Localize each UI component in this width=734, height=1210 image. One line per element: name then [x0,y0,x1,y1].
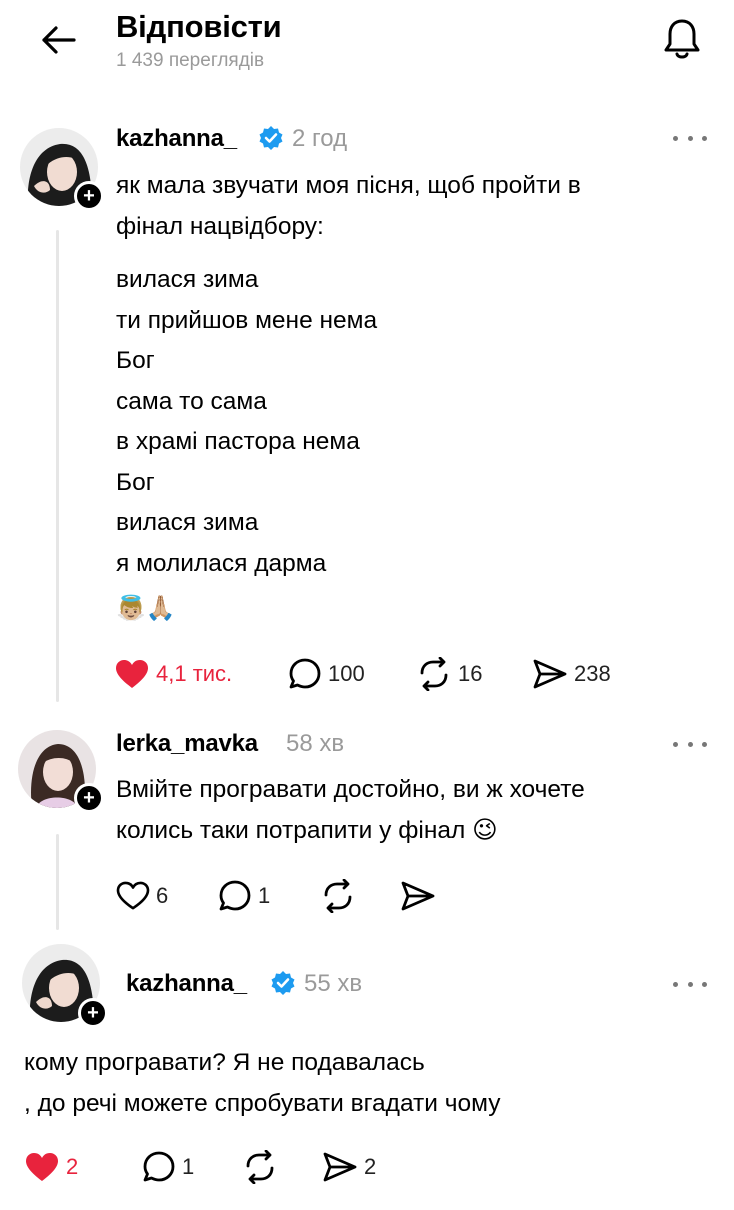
emoji-line: 👼🏼🙏🏼 [116,595,176,622]
comment-icon [219,880,251,911]
comment-icon [289,658,321,689]
share-button[interactable] [400,876,436,916]
reply-button[interactable]: 1 [142,1147,194,1187]
more-options-button[interactable] [673,737,707,751]
lyric-line: я молилася дарма [116,549,327,577]
avatar[interactable]: + [22,944,108,1028]
repost-icon [324,879,352,913]
notifications-button[interactable] [660,15,704,63]
repost-count: 16 [458,661,483,686]
back-button[interactable] [38,20,78,60]
post-username[interactable]: lerka_mavka [116,730,258,758]
reply-count: 100 [328,661,365,686]
post-body: Вмійте програвати достойно, ви ж хочете … [116,769,585,851]
view-count: 1 439 переглядів [116,50,265,71]
send-icon [401,881,435,911]
lyric-line: Бог [116,347,155,374]
like-count: 2 [66,1154,79,1179]
bell-icon [664,19,700,59]
dot-icon [702,135,707,141]
more-options-button[interactable] [673,977,707,991]
avatar[interactable]: + [18,730,104,813]
reply-button[interactable]: 1 [218,876,270,916]
dot-icon [673,981,678,987]
thread-line [56,834,59,930]
post-time: 55 хв [304,970,363,997]
dot-icon [687,135,693,141]
lyric-line: в храмі пастора нема [116,428,360,455]
page-title: Відповісти [116,9,282,44]
post-text-line: фінал нацвідбору: [116,213,324,240]
verified-badge-icon [271,971,295,995]
header: Відповісти 1 439 переглядів [0,0,734,90]
post-username[interactable]: kazhanna_ [116,125,237,153]
dot-icon [702,981,707,987]
dot-icon [687,981,693,987]
share-button[interactable]: 2 [322,1147,376,1187]
like-button[interactable]: 6 [116,876,168,916]
avatar[interactable]: + [20,128,104,211]
share-count: 238 [574,661,611,686]
post-body: кому програвати? Я не подавалась , до ре… [24,1042,501,1124]
song-lyrics: вилася зима ти прийшов мене нема Бог сам… [116,260,377,584]
send-icon [323,1152,357,1182]
reply-count: 1 [258,883,271,908]
reply-count: 1 [182,1154,195,1179]
like-count: 6 [156,883,169,908]
comment-icon [143,1151,175,1182]
post-text-line: Вмійте програвати достойно, ви ж хочете [116,776,585,803]
post-username[interactable]: kazhanna_ [126,970,247,998]
follow-plus-icon[interactable]: + [74,181,104,211]
heart-icon [116,881,150,910]
more-options-button[interactable] [673,131,707,145]
repost-button[interactable]: 16 [416,654,482,694]
lyric-line: вилася зима [116,509,259,536]
post-text-line: , до речі можете спробувати вгадати чому [24,1090,501,1117]
like-count: 4,1 тис. [156,661,233,686]
post-text-line: як мала звучати моя пісня, щоб пройти в [116,172,581,199]
lyric-line: вилася зима [116,266,259,293]
follow-plus-icon[interactable]: + [78,998,108,1028]
dot-icon [702,741,707,747]
repost-button[interactable] [242,1147,278,1187]
post-body: як мала звучати моя пісня, щоб пройти в … [116,165,581,247]
post-text-line: колись таки потрапити у фінал 😉 [116,817,498,844]
dot-icon [673,135,678,141]
follow-plus-icon[interactable]: + [74,783,104,813]
post-time: 2 год [292,125,348,152]
reply-button[interactable]: 100 [288,654,365,694]
heart-filled-icon [116,660,148,688]
share-button[interactable]: 238 [532,654,611,694]
lyric-line: Бог [116,468,155,496]
thread-line [56,230,59,702]
arrow-left-icon [42,26,76,54]
share-count: 2 [364,1154,377,1179]
send-icon [533,659,567,689]
heart-filled-icon [26,1153,58,1181]
dot-icon [687,741,693,747]
like-button[interactable]: 4,1 тис. [114,654,232,694]
like-button[interactable]: 2 [24,1147,78,1187]
dot-icon [673,741,678,747]
verified-badge-icon [259,126,283,150]
repost-icon [420,657,448,691]
lyric-line: ти прийшов мене нема [116,306,378,334]
lyric-line: сама то сама [116,387,267,415]
post-time: 58 хв [286,730,345,757]
repost-button[interactable] [320,876,356,916]
repost-icon [246,1150,274,1184]
post-text-line: кому програвати? Я не подавалась [24,1049,425,1076]
